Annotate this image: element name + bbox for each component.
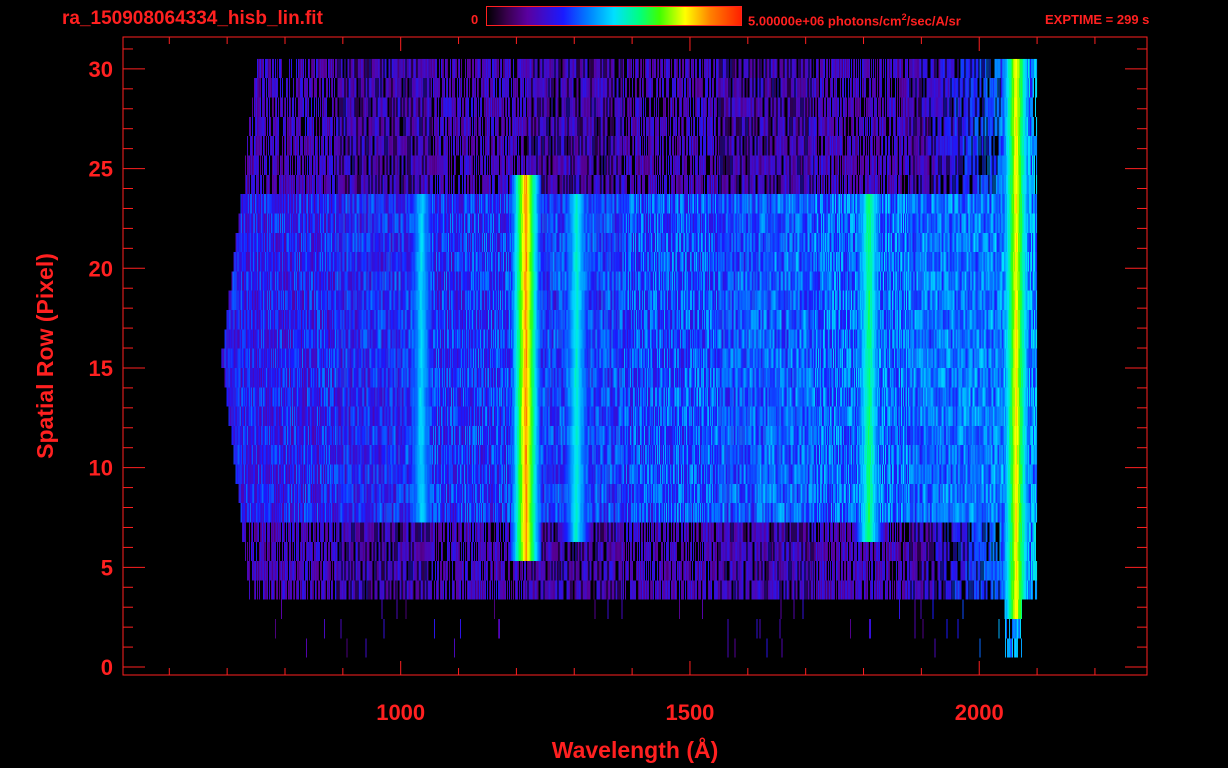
- spectral-image-plot: 1000 1500 2000051015202530 Wavelength (Å) …: [32, 36, 1148, 763]
- y-tick-label: 15: [89, 356, 113, 381]
- y-tick-label: 30: [89, 57, 113, 82]
- y-tick-label: 25: [89, 157, 113, 182]
- y-tick-label: 5: [101, 555, 113, 580]
- exposure-time-label: EXPTIME = 299 s: [1045, 12, 1150, 27]
- x-tick-label: 1500: [665, 700, 714, 725]
- y-tick-label: 20: [89, 256, 113, 281]
- y-tick-label: 0: [101, 655, 113, 680]
- heatmap-image: [221, 58, 1038, 677]
- x-axis-label: Wavelength (Å): [552, 736, 719, 763]
- colorbar: [486, 6, 742, 26]
- y-tick-label: 10: [89, 456, 113, 481]
- heatmap-raster: [221, 58, 1038, 677]
- colorbar-max-label: 5.00000e+06 photons/cm2/sec/A/sr: [748, 12, 961, 28]
- colorbar-min-label: 0: [471, 12, 479, 27]
- colorbar-max-value: 5.00000e+06 photons/cm: [748, 13, 902, 29]
- file-name-title: ra_150908064334_hisb_lin.fit: [62, 8, 323, 29]
- y-axis-label: Spatial Row (Pixel): [32, 253, 58, 459]
- colorbar-units-rest: /sec/A/sr: [906, 13, 961, 29]
- x-tick-label: 1000: [376, 700, 425, 725]
- x-tick-label: 2000: [955, 700, 1004, 725]
